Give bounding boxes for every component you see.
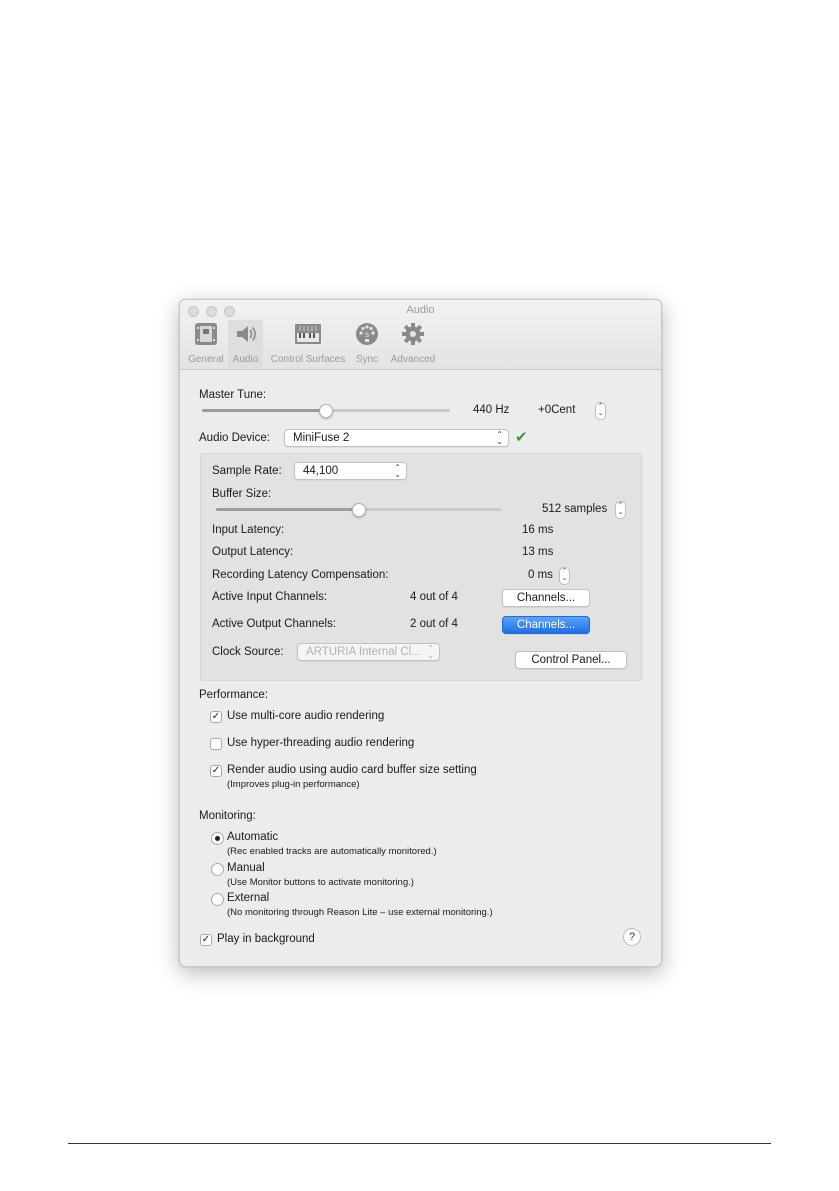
master-tune-slider-knob[interactable] — [319, 404, 333, 418]
master-tune-stepper[interactable]: ⌃ ⌄ — [595, 402, 606, 420]
audio-device-value: MiniFuse 2 — [293, 432, 350, 444]
clock-source-label: Clock Source: — [212, 646, 284, 658]
checkmark-icon: ✔ — [515, 429, 528, 446]
svg-text:S: S — [365, 333, 369, 339]
gear-icon — [401, 322, 425, 351]
recording-latency-compensation-label: Recording Latency Compensation: — [212, 569, 389, 581]
keyboard-icon — [294, 322, 322, 351]
multi-core-label: Use multi-core audio rendering — [227, 710, 385, 722]
output-latency-label: Output Latency: — [212, 546, 294, 558]
input-latency-value: 16 ms — [522, 524, 554, 536]
master-tune-cent: +0Cent — [538, 404, 576, 416]
monitoring-manual-radio[interactable] — [211, 863, 224, 876]
tab-label: Sync — [355, 354, 379, 365]
chevron-updown-icon: ⌃ ⌄ — [427, 644, 434, 660]
audio-device-label: Audio Device: — [199, 432, 270, 444]
performance-heading: Performance: — [199, 689, 269, 701]
speaker-icon — [234, 322, 258, 351]
hyper-threading-label: Use hyper-threading audio rendering — [227, 737, 415, 749]
tab-label: Advanced — [390, 354, 436, 365]
play-in-background-label: Play in background — [217, 933, 315, 945]
window-toolbar: Audio General Audio Control Surfaces S S… — [180, 300, 661, 370]
general-icon — [194, 322, 218, 351]
tab-audio[interactable]: Audio — [228, 320, 263, 368]
monitoring-automatic-note: (Rec enabled tracks are automatically mo… — [227, 846, 437, 857]
tab-label: Control Surfaces — [270, 354, 346, 365]
sample-rate-label: Sample Rate: — [212, 465, 282, 477]
recording-latency-stepper[interactable]: ⌃ ⌄ — [559, 567, 570, 585]
audio-device-select[interactable]: MiniFuse 2 ⌃ ⌄ — [284, 429, 509, 447]
control-panel-button[interactable]: Control Panel... — [515, 651, 627, 669]
buffer-size-stepper[interactable]: ⌃ ⌄ — [615, 501, 626, 519]
tab-label: Audio — [232, 354, 259, 365]
audio-preferences-window: Audio General Audio Control Surfaces S S… — [179, 299, 662, 967]
clock-source-value: ARTURIA Internal Cl... — [306, 646, 421, 658]
active-output-channels-label: Active Output Channels: — [212, 618, 337, 630]
monitoring-automatic-label: Automatic — [227, 831, 279, 843]
buffer-size-setting-label: Render audio using audio card buffer siz… — [227, 764, 477, 776]
master-tune-hz: 440 Hz — [473, 404, 510, 416]
multi-core-checkbox[interactable]: ✓ — [210, 711, 222, 723]
page-footer-rule — [68, 1143, 771, 1144]
monitoring-external-radio[interactable] — [211, 893, 224, 906]
midi-connector-icon: S — [355, 322, 379, 351]
tab-advanced[interactable]: Advanced — [387, 320, 439, 368]
hyper-threading-checkbox[interactable] — [210, 738, 222, 750]
master-tune-label: Master Tune: — [199, 389, 267, 401]
output-channels-button[interactable]: Channels... — [502, 616, 590, 634]
checkmark-icon: ✓ — [211, 765, 221, 776]
sample-rate-value: 44,100 — [303, 465, 339, 477]
output-latency-value: 13 ms — [522, 546, 554, 558]
monitoring-external-note: (No monitoring through Reason Lite – use… — [227, 907, 493, 918]
play-in-background-checkbox[interactable]: ✓ — [200, 934, 212, 946]
tab-control-surfaces[interactable]: Control Surfaces — [266, 320, 350, 368]
tab-sync[interactable]: S Sync — [352, 320, 382, 368]
active-output-channels-value: 2 out of 4 — [410, 618, 458, 630]
tab-general[interactable]: General — [186, 320, 226, 368]
monitoring-manual-label: Manual — [227, 862, 265, 874]
input-latency-label: Input Latency: — [212, 524, 285, 536]
monitoring-automatic-radio[interactable] — [211, 832, 224, 845]
buffer-size-setting-note: (Improves plug-in performance) — [227, 779, 360, 790]
input-channels-button[interactable]: Channels... — [502, 589, 590, 607]
active-input-channels-value: 4 out of 4 — [410, 591, 458, 603]
monitoring-external-label: External — [227, 892, 270, 904]
clock-source-select[interactable]: ARTURIA Internal Cl... ⌃ ⌄ — [297, 643, 440, 661]
tab-label: General — [188, 354, 224, 365]
buffer-size-setting-checkbox[interactable]: ✓ — [210, 765, 222, 777]
sample-rate-select[interactable]: 44,100 ⌃ ⌄ — [294, 462, 407, 480]
checkmark-icon: ✓ — [211, 711, 221, 722]
buffer-size-label: Buffer Size: — [212, 488, 272, 500]
window-title: Audio — [406, 304, 435, 316]
help-button[interactable]: ? — [623, 928, 641, 946]
chevron-updown-icon: ⌃ ⌄ — [496, 430, 503, 446]
recording-latency-compensation-value: 0 ms — [528, 569, 553, 581]
active-input-channels-label: Active Input Channels: — [212, 591, 328, 603]
chevron-updown-icon: ⌃ ⌄ — [394, 463, 401, 479]
checkmark-icon: ✓ — [201, 934, 211, 945]
buffer-size-slider-knob[interactable] — [351, 503, 366, 517]
buffer-size-value: 512 samples — [542, 503, 608, 515]
monitoring-heading: Monitoring: — [199, 810, 256, 822]
monitoring-manual-note: (Use Monitor buttons to activate monitor… — [227, 877, 414, 888]
